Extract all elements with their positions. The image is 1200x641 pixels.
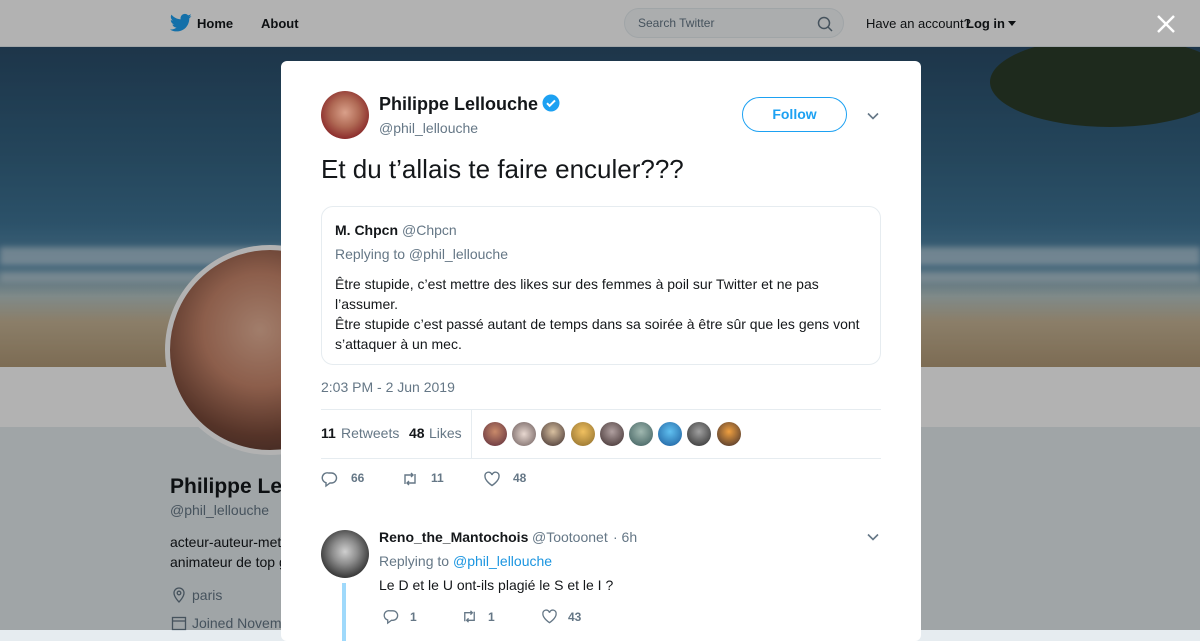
retweet-icon[interactable] [461,608,478,625]
close-icon[interactable] [1155,13,1177,35]
stats-divider [471,410,472,458]
liker-avatar[interactable] [600,422,624,446]
reply-icon[interactable] [321,470,339,488]
follow-button[interactable]: Follow [742,97,847,132]
tweet-modal: Philippe Lellouche @phil_lellouche Follo… [281,61,921,641]
liker-avatar[interactable] [541,422,565,446]
author-name[interactable]: Philippe Lellouche [379,94,538,115]
retweets-count[interactable]: 11 [321,425,336,441]
heart-icon[interactable] [541,608,558,625]
reply-icon[interactable] [383,608,400,625]
liker-avatar[interactable] [687,422,711,446]
quoted-tweet[interactable]: M. Chpcn @Chpcn Replying to @phil_lellou… [321,206,881,365]
quoted-body-line: Être stupide c’est passé autant de temps… [335,316,860,332]
likes-count[interactable]: 48 [409,425,425,441]
like-count: 43 [568,610,582,624]
retweets-label[interactable]: Retweets [341,425,399,441]
thread-line [342,583,346,641]
liker-avatar[interactable] [658,422,682,446]
liker-avatar[interactable] [629,422,653,446]
author-avatar[interactable] [321,91,369,139]
reply-count: 1 [410,610,417,624]
author-handle[interactable]: @phil_lellouche [379,120,478,136]
liker-avatar[interactable] [571,422,595,446]
quoted-body-line: Être stupide, c’est mettre des likes sur… [335,276,819,292]
liker-avatar[interactable] [717,422,741,446]
chevron-down-icon[interactable] [866,109,880,123]
likes-label[interactable]: Likes [429,425,462,441]
liker-avatar[interactable] [512,422,536,446]
tweet-stats: 11 Retweets 48 Likes [321,409,881,459]
tweet-timestamp[interactable]: 2:03 PM - 2 Jun 2019 [321,379,455,395]
quoted-body-line: s’attaquer à un mec. [335,336,462,352]
verified-badge-icon [542,94,560,112]
reply-replying-to-link[interactable]: @phil_lellouche [453,553,552,569]
liker-avatar[interactable] [483,422,507,446]
heart-icon[interactable] [483,470,501,488]
reply-author-avatar[interactable] [321,530,369,578]
retweet-icon[interactable] [401,470,419,488]
reply-time[interactable]: · 6h [613,529,637,545]
reply-count: 66 [351,471,365,485]
quoted-author-handle: @Chpcn [402,222,457,238]
quoted-body-line: l’assumer. [335,296,399,312]
like-count: 48 [513,471,527,485]
tweet-text: Et du t’allais te faire enculer??? [321,154,684,184]
reply-author-name[interactable]: Reno_the_Mantochois [379,529,528,545]
reply-text: Le D et le U ont-ils plagié le S et le I… [379,577,614,593]
quoted-replying-to: Replying to @phil_lellouche [335,246,508,262]
chevron-down-icon[interactable] [866,530,880,544]
retweet-count: 11 [431,471,444,485]
quoted-body: Être stupide, c’est mettre des likes sur… [335,274,870,354]
quoted-author-name: M. Chpcn [335,222,398,238]
reply-replying-label: Replying to [379,553,450,569]
retweet-count: 1 [488,610,495,624]
reply-author-handle[interactable]: @Tootoonet [532,529,608,545]
